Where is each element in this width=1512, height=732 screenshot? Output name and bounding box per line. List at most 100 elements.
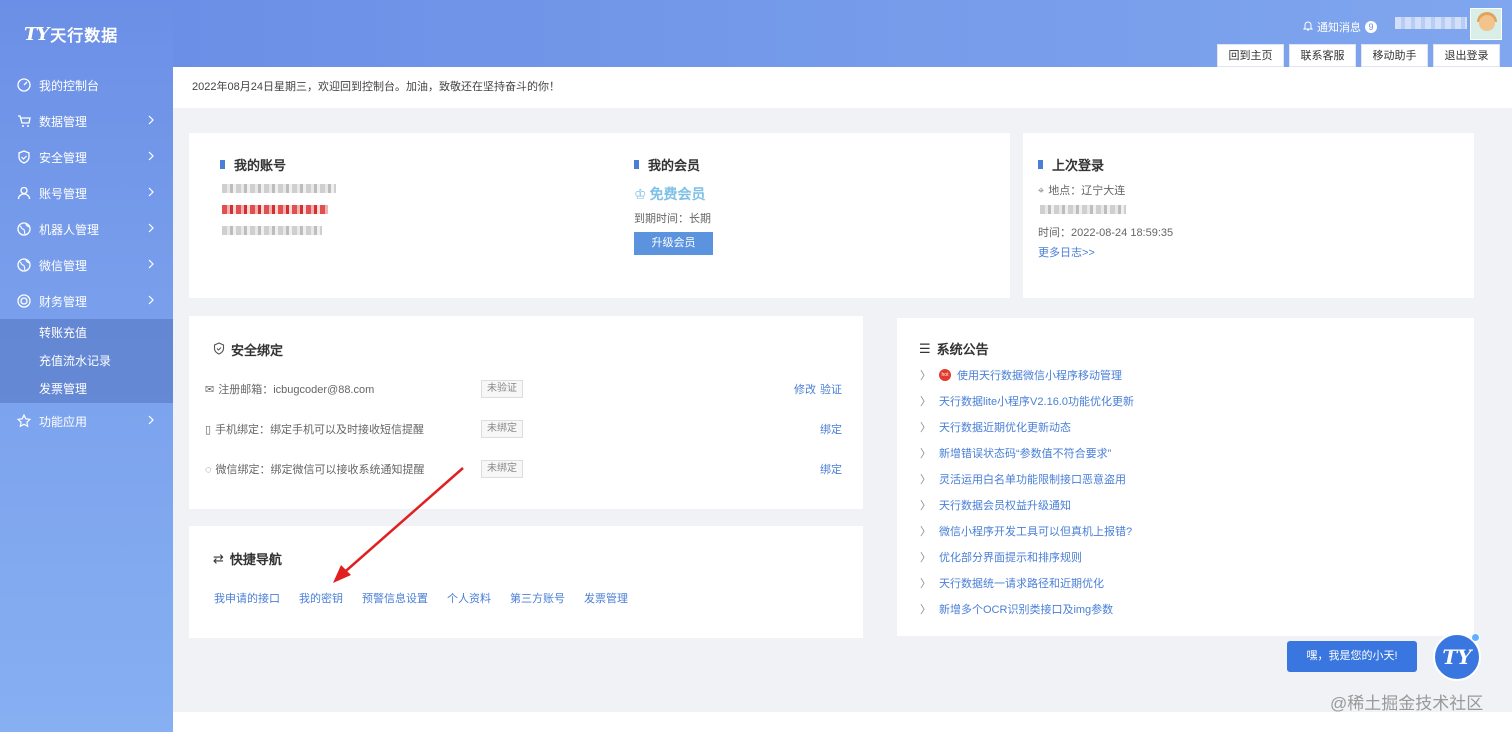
sidebar-item-account[interactable]: 账号管理 — [0, 175, 173, 211]
account-info-redacted — [222, 205, 328, 214]
annotation-arrow — [333, 467, 464, 583]
customer-service-button[interactable]: 联系客服 — [1289, 44, 1356, 67]
avatar[interactable] — [1470, 8, 1502, 40]
sidebar-item-wechat[interactable]: 微信管理 — [0, 247, 173, 283]
sidebar-item-label: 财务管理 — [39, 294, 88, 309]
announcement-item[interactable]: 〉优化部分界面提示和排序规则 — [920, 549, 1082, 565]
chevron-right-icon: 〉 — [920, 604, 931, 616]
logo[interactable]: TY 天行数据 — [24, 22, 118, 46]
edit-email-link[interactable]: 修改 — [794, 381, 816, 397]
quick-link-my-apis[interactable]: 我申请的接口 — [214, 590, 280, 606]
ip-redacted — [1040, 205, 1126, 214]
list-icon: ☰ — [919, 340, 931, 356]
quick-link-profile[interactable]: 个人资料 — [447, 590, 491, 606]
chevron-right-icon — [147, 414, 155, 429]
watermark: @稀土掘金技术社区 — [1330, 694, 1484, 713]
announcement-item[interactable]: 〉天行数据近期优化更新动态 — [920, 419, 1071, 435]
quick-link-third-party[interactable]: 第三方账号 — [510, 590, 565, 606]
phone-value: 绑定手机可以及时接收短信提醒 — [270, 424, 425, 436]
announcement-item[interactable]: 〉新增多个OCR识别类接口及img参数 — [920, 601, 1113, 617]
footer-strip — [173, 712, 1512, 732]
chevron-right-icon: 〉 — [920, 370, 931, 382]
username-redacted[interactable] — [1395, 17, 1467, 29]
quick-link-invoices[interactable]: 发票管理 — [584, 590, 628, 606]
verify-email-link[interactable]: 验证 — [820, 381, 842, 397]
home-button[interactable]: 回到主页 — [1217, 44, 1284, 67]
gauge-icon — [16, 77, 32, 93]
sidebar-item-label: 账号管理 — [39, 186, 88, 201]
chevron-right-icon: 〉 — [920, 578, 931, 590]
shield-icon — [213, 341, 225, 358]
sidebar-item-label: 我的控制台 — [39, 78, 100, 93]
star-icon — [16, 413, 32, 429]
last-login-location: ⌖ 地点：辽宁大连 — [1038, 185, 1126, 197]
hot-badge-icon: hot — [939, 369, 951, 381]
sidebar-item-security[interactable]: 安全管理 — [0, 139, 173, 175]
announcement-item[interactable]: 〉天行数据统一请求路径和近期优化 — [920, 575, 1104, 591]
quick-nav-title: ⇄ 快捷导航 — [213, 550, 282, 568]
user-icon — [16, 185, 32, 201]
announcement-item[interactable]: 〉灵活运用白名单功能限制接口恶意盗用 — [920, 471, 1126, 487]
chevron-right-icon — [147, 186, 155, 201]
sidebar-item-label: 机器人管理 — [39, 222, 100, 237]
sidebar-item-robot[interactable]: 机器人管理 — [0, 211, 173, 247]
quick-nav-card: ⇄ 快捷导航 我申请的接口 我的密钥 预警信息设置 个人资料 第三方账号 发票管理 — [189, 526, 863, 638]
account-info-redacted — [222, 226, 322, 235]
announcement-item[interactable]: 〉天行数据lite小程序V2.16.0功能优化更新 — [920, 393, 1134, 409]
quick-link-my-keys[interactable]: 我的密钥 — [299, 590, 343, 606]
upgrade-button[interactable]: 升级会员 — [634, 232, 713, 255]
mail-icon: ✉ — [205, 384, 215, 396]
membership-title: 我的会员 — [634, 155, 700, 174]
submenu-item-invoices[interactable]: 发票管理 — [0, 375, 173, 403]
wechat-icon: ◌ — [205, 464, 212, 476]
phone-binding-row: ▯ 手机绑定：绑定手机可以及时接收短信提醒 — [205, 424, 425, 436]
sidebar-item-label: 数据管理 — [39, 114, 88, 129]
status-badge: 未绑定 — [481, 420, 523, 438]
bind-phone-link[interactable]: 绑定 — [820, 421, 842, 437]
chevron-right-icon: 〉 — [920, 396, 931, 408]
announcement-item[interactable]: 〉 hot 使用天行数据微信小程序移动管理 — [920, 367, 1122, 383]
account-title: 我的账号 — [220, 155, 286, 174]
submenu-item-recharge-records[interactable]: 充值流水记录 — [0, 347, 173, 375]
last-login-card: 上次登录 ⌖ 地点：辽宁大连 时间：2022-08-24 18:59:35 更多日… — [1023, 133, 1474, 298]
top-header: 通知消息 9 回到主页 联系客服 移动助手 退出登录 — [173, 0, 1512, 67]
account-card: 我的账号 我的会员 ♔ 免费会员 到期时间：长期 升级会员 — [189, 133, 1010, 298]
sidebar-item-label: 功能应用 — [39, 414, 88, 429]
chevron-right-icon — [147, 222, 155, 237]
logout-button[interactable]: 退出登录 — [1433, 44, 1500, 67]
notification-link[interactable]: 通知消息 9 — [1302, 19, 1377, 35]
chat-greeting-bubble[interactable]: 嘿，我是您的小天! — [1287, 641, 1417, 672]
sidebar-item-data[interactable]: 数据管理 — [0, 103, 173, 139]
chat-online-dot — [1471, 633, 1480, 642]
bind-wechat-link[interactable]: 绑定 — [820, 461, 842, 477]
crown-icon: ♔ — [634, 186, 647, 202]
sidebar-item-finance[interactable]: 财务管理 — [0, 283, 173, 319]
announcement-item[interactable]: 〉新增错误状态码“参数值不符合要求” — [920, 445, 1111, 461]
membership-level: ♔ 免费会员 — [634, 186, 706, 202]
logo-mark: TY — [24, 23, 49, 45]
globe-icon — [16, 257, 32, 273]
account-info-redacted — [222, 184, 336, 193]
announcement-item[interactable]: 〉微信小程序开发工具可以但真机上报错? — [920, 523, 1132, 539]
swap-icon: ⇄ — [213, 550, 224, 566]
quick-link-alert-settings[interactable]: 预警信息设置 — [362, 590, 428, 606]
logo-title: 天行数据 — [50, 28, 119, 45]
announcement-item[interactable]: 〉天行数据会员权益升级通知 — [920, 497, 1071, 513]
chevron-right-icon: 〉 — [920, 526, 931, 538]
mobile-assistant-button[interactable]: 移动助手 — [1361, 44, 1428, 67]
submenu-item-transfer[interactable]: 转账充值 — [0, 319, 173, 347]
more-logs-link[interactable]: 更多日志>> — [1038, 244, 1095, 260]
email-binding-row: ✉ 注册邮箱：icbugcoder@88.com — [205, 384, 375, 396]
email-value: icbugcoder@88.com — [273, 384, 375, 396]
welcome-bar: 2022年08月24日星期三，欢迎回到控制台。加油，致敬还在坚持奋斗的你！ — [173, 67, 1512, 108]
announcements-title: ☰ 系统公告 — [919, 340, 989, 358]
chevron-right-icon — [147, 150, 155, 165]
chevron-right-icon — [147, 114, 155, 129]
sidebar-nav: 我的控制台 数据管理 安全管理 账号管理 机器人管理 微信管理 财务管理 转账充… — [0, 67, 173, 439]
sidebar-item-features[interactable]: 功能应用 — [0, 403, 173, 439]
bell-icon — [1302, 20, 1314, 34]
location-pin-icon: ⌖ — [1038, 185, 1045, 197]
sidebar-item-label: 安全管理 — [39, 150, 88, 165]
sidebar-item-console[interactable]: 我的控制台 — [0, 67, 173, 103]
last-login-time: 时间：2022-08-24 18:59:35 — [1038, 227, 1174, 239]
